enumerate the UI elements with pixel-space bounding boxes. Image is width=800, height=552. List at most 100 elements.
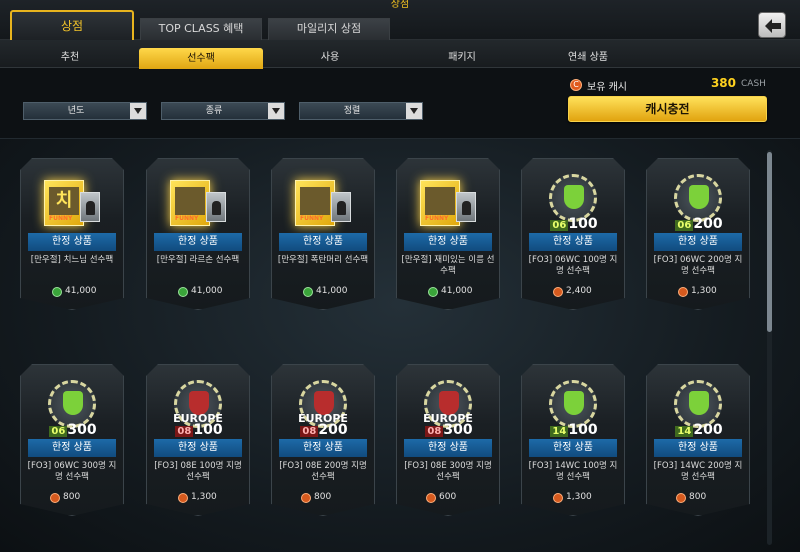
limited-badge: 한정 상품 (654, 233, 742, 251)
back-button[interactable] (758, 12, 786, 38)
chevron-down-icon (406, 103, 422, 119)
product-card[interactable]: 치 FUNNY 한정 상품 [만우절] 치느님 선수팩 41,000 (20, 158, 124, 310)
cash-unit: CASH (741, 79, 766, 89)
player-card-icon (80, 192, 100, 222)
product-price: 1,300 (691, 286, 717, 296)
pack-count: 200 (693, 216, 723, 232)
product-name: [FO3] 08E 200명 지명 선수팩 (279, 461, 367, 482)
filter-type[interactable]: 종류 (161, 102, 285, 120)
orange-coin-icon (553, 287, 563, 297)
pack-number: 06 200 (662, 216, 736, 232)
product-price: 41,000 (316, 286, 348, 296)
product-card[interactable]: EUROPE 08 300 한정 상품 [FO3] 08E 300명 지명 선수팩… (396, 364, 500, 516)
limited-badge: 한정 상품 (529, 233, 617, 251)
pack-box-inner: 치 (49, 187, 79, 215)
product-price: 2,400 (566, 286, 592, 296)
product-price: 1,300 (566, 492, 592, 502)
funny-label: FUNNY (175, 215, 199, 222)
pack-year: 14 (550, 426, 569, 437)
tab-shop[interactable]: 상점 (10, 10, 134, 40)
limited-badge: 한정 상품 (404, 439, 492, 457)
product-card[interactable]: 06 300 한정 상품 [FO3] 06WC 300명 지명 선수팩 800 (20, 364, 124, 516)
limited-badge: 한정 상품 (279, 439, 367, 457)
pack-art: 치 FUNNY (34, 172, 110, 238)
product-card[interactable]: 14 100 한정 상품 [FO3] 14WC 100명 지명 선수팩 1,300 (521, 364, 625, 516)
filter-year[interactable]: 년도 (23, 102, 147, 120)
player-silhouette-icon (212, 201, 221, 215)
pack-box-icon: FUNNY (295, 180, 335, 226)
product-card[interactable]: EUROPE 08 200 한정 상품 [FO3] 08E 200명 지명 선수팩… (271, 364, 375, 516)
product-name: [FO3] 06WC 100명 지명 선수팩 (528, 255, 618, 276)
orange-coin-icon (50, 493, 60, 503)
subtab-chain-products[interactable]: 연쇄 상품 (538, 49, 638, 67)
orange-coin-icon (676, 493, 686, 503)
pack-art: FUNNY (410, 172, 486, 238)
pack-year: 08 (425, 426, 444, 437)
filter-year-label: 년도 (67, 106, 85, 116)
medal-icon (674, 174, 722, 222)
shield-icon (689, 391, 709, 415)
pack-box-inner (175, 187, 205, 215)
subtab-recommended[interactable]: 추천 (20, 49, 120, 67)
pack-number: 08 300 (412, 422, 486, 438)
pack-year: 14 (675, 426, 694, 437)
subtab-packages[interactable]: 패키지 (412, 49, 512, 67)
pack-number: 08 200 (287, 422, 361, 438)
tab-mileage-shop[interactable]: 마일리지 상점 (268, 18, 390, 40)
limited-badge: 한정 상품 (154, 233, 242, 251)
pack-art: 06 200 (660, 172, 736, 238)
product-card[interactable]: 06 100 한정 상품 [FO3] 06WC 100명 지명 선수팩 2,400 (521, 158, 625, 310)
tab-top-class[interactable]: TOP CLASS 혜택 (140, 18, 262, 40)
limited-badge: 한정 상품 (28, 439, 116, 457)
pack-art: FUNNY (285, 172, 361, 238)
medal-icon (48, 380, 96, 428)
limited-badge: 한정 상품 (28, 233, 116, 251)
cash-coin-icon: C (570, 79, 582, 91)
shield-icon (63, 391, 83, 415)
medal-icon (549, 380, 597, 428)
shield-icon (689, 185, 709, 209)
product-card[interactable]: FUNNY 한정 상품 [만우절] 폭탄머리 선수팩 41,000 (271, 158, 375, 310)
product-name: [FO3] 08E 300명 지명 선수팩 (404, 461, 492, 482)
charge-cash-button[interactable]: 캐시충전 (568, 96, 767, 122)
product-card[interactable]: 14 200 한정 상품 [FO3] 14WC 200명 지명 선수팩 800 (646, 364, 750, 516)
pack-count: 100 (568, 422, 598, 438)
product-name: [FO3] 14WC 200명 지명 선수팩 (653, 461, 743, 482)
funny-label: FUNNY (425, 215, 449, 222)
pack-art: EUROPE 08 100 (160, 378, 236, 444)
product-name: [만우절] 재미있는 이름 선수팩 (401, 255, 495, 276)
sub-tab-bar (0, 40, 800, 68)
orange-coin-icon (553, 493, 563, 503)
product-card[interactable]: FUNNY 한정 상품 [만우절] 재미있는 이름 선수팩 41,000 (396, 158, 500, 310)
product-card[interactable]: 06 200 한정 상품 [FO3] 06WC 200명 지명 선수팩 1,300 (646, 158, 750, 310)
player-card-icon (456, 192, 476, 222)
scrollbar-thumb[interactable] (767, 152, 772, 332)
limited-badge: 한정 상품 (279, 233, 367, 251)
product-price: 800 (689, 492, 707, 502)
shield-icon (564, 391, 584, 415)
pack-count: 200 (693, 422, 723, 438)
product-price: 600 (439, 492, 457, 502)
orange-coin-icon (426, 493, 436, 503)
player-card-icon (331, 192, 351, 222)
subtab-consumables[interactable]: 사용 (280, 49, 380, 67)
product-card[interactable]: EUROPE 08 100 한정 상품 [FO3] 08E 100명 지명 선수팩… (146, 364, 250, 516)
filter-sort[interactable]: 정렬 (299, 102, 423, 120)
pack-count: 100 (568, 216, 598, 232)
filter-sort-label: 정렬 (343, 106, 361, 116)
product-price: 41,000 (191, 286, 223, 296)
green-coin-icon (428, 287, 438, 297)
chevron-down-icon (268, 103, 284, 119)
product-name: [만우절] 치느님 선수팩 (30, 255, 114, 265)
pack-year: 08 (175, 426, 194, 437)
pack-number: 08 100 (162, 422, 236, 438)
player-card-icon (206, 192, 226, 222)
product-name: [만우절] 폭탄머리 선수팩 (277, 255, 369, 265)
subtab-player-packs[interactable]: 선수팩 (139, 48, 263, 69)
pack-box-inner (425, 187, 455, 215)
product-name: [FO3] 06WC 300명 지명 선수팩 (27, 461, 117, 482)
pack-art: FUNNY (160, 172, 236, 238)
product-card[interactable]: FUNNY 한정 상품 [만우절] 라르손 선수팩 41,000 (146, 158, 250, 310)
app-title: 상점 (390, 0, 410, 10)
pack-box-icon: FUNNY (170, 180, 210, 226)
